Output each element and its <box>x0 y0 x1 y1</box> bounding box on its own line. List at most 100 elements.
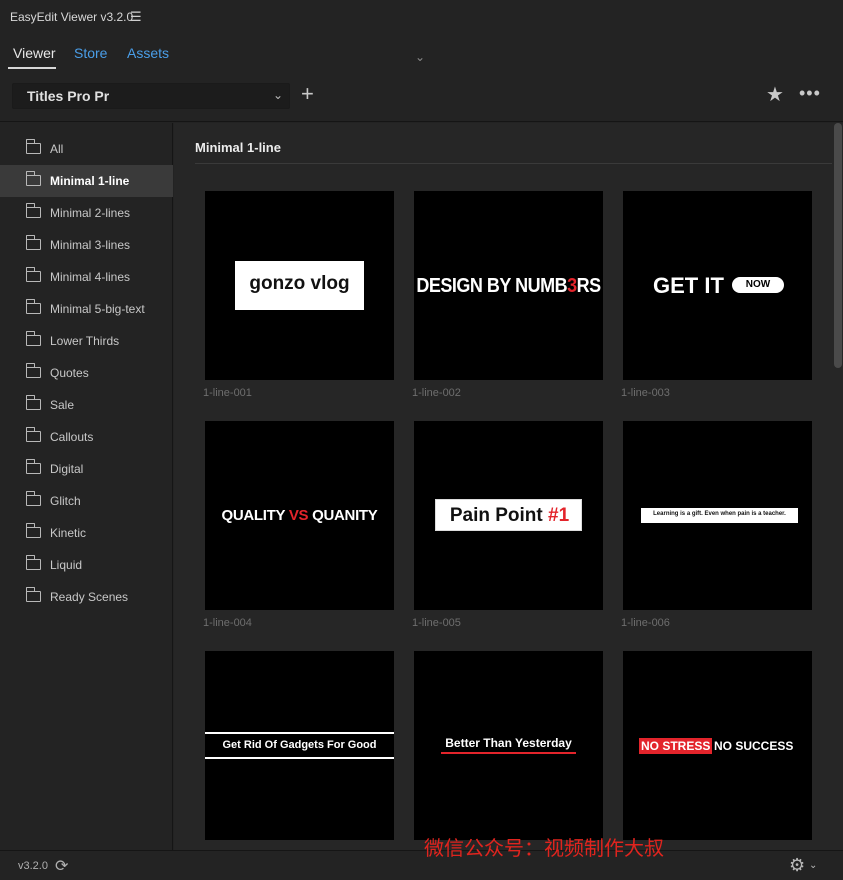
app-title: EasyEdit Viewer v3.2.0 <box>10 10 134 24</box>
sidebar-item-label: Quotes <box>50 366 89 380</box>
thumbnail-text-part: QUALITY <box>221 507 289 524</box>
sidebar-item-label: Kinetic <box>50 526 87 540</box>
sidebar-item-all[interactable]: All <box>0 133 173 165</box>
collection-dropdown[interactable]: Titles Pro Pr ⌄ <box>12 83 290 109</box>
collection-dropdown-value: Titles Pro Pr <box>27 88 110 104</box>
title-bar: EasyEdit Viewer v3.2.0 ☰ <box>0 0 843 36</box>
card-caption: 1-line-005 <box>412 617 461 629</box>
thumbnail-text-accent: 3 <box>567 273 577 297</box>
thumbnail-text-accent: VS <box>288 507 309 524</box>
folder-icon <box>25 427 41 442</box>
sidebar-item-minimal-3-lines[interactable]: Minimal 3-lines <box>0 229 173 261</box>
template-card-1-line-008[interactable]: Better Than Yesterday <box>414 651 603 840</box>
favorite-star-button[interactable]: ★ <box>766 83 784 107</box>
thumbnail-text-part: DESIGN BY NUMB <box>416 273 568 297</box>
section-divider <box>195 163 832 164</box>
thumbnail-text: QUALITY VS QUANITY <box>205 507 394 524</box>
sidebar-item-ready-scenes[interactable]: Ready Scenes <box>0 581 173 613</box>
sidebar-item-glitch[interactable]: Glitch <box>0 485 173 517</box>
sidebar-item-label: Sale <box>50 398 75 412</box>
folder-icon <box>25 587 41 602</box>
thumbnail-pill: NOW <box>732 277 784 293</box>
add-button[interactable]: + <box>301 82 314 106</box>
vertical-scrollbar[interactable] <box>833 123 843 850</box>
thumbnail-text-part: Pain Point <box>449 505 549 526</box>
sidebar-item-label: Ready Scenes <box>50 590 129 604</box>
sidebar-item-digital[interactable]: Digital <box>0 453 173 485</box>
folder-icon <box>25 523 41 538</box>
template-card-1-line-006[interactable]: Learning is a gift. Even when pain is a … <box>623 421 812 610</box>
sidebar-item-callouts[interactable]: Callouts <box>0 421 173 453</box>
thumbnail-text: gonzo vlog <box>249 273 350 294</box>
sidebar-item-label: Liquid <box>50 558 83 572</box>
template-card-1-line-007[interactable]: Get Rid Of Gadgets For Good <box>205 651 394 840</box>
sidebar-item-label: Minimal 5-big-text <box>50 302 145 316</box>
folder-icon <box>25 459 41 474</box>
sidebar-item-label: Minimal 1-line <box>50 174 130 188</box>
sidebar-item-liquid[interactable]: Liquid <box>0 549 173 581</box>
template-card-1-line-001[interactable]: gonzo vlog <box>205 191 394 380</box>
watermark-text: 微信公众号：视频制作大叔 <box>424 836 664 860</box>
template-card-1-line-003[interactable]: GET IT NOW <box>623 191 812 380</box>
folder-icon <box>25 555 41 570</box>
folder-icon <box>25 395 41 410</box>
chevron-down-icon[interactable]: ⌄ <box>415 50 425 64</box>
title-box: gonzo vlog <box>235 261 364 310</box>
thumbnail-text-part: RS <box>576 273 602 297</box>
sidebar-item-label: Lower Thirds <box>50 334 120 348</box>
card-caption: 1-line-003 <box>621 387 670 399</box>
template-grid: Minimal 1-line gonzo vlog 1-line-001 DES… <box>174 123 843 850</box>
gear-icon[interactable]: ⚙ <box>789 855 805 876</box>
sidebar-item-label: Digital <box>50 462 84 476</box>
chevron-down-icon[interactable]: ⌄ <box>809 860 817 871</box>
tab-bar: Viewer Store Assets ⌄ <box>0 36 843 70</box>
thumbnail-text: Pain Point #1 <box>436 505 583 527</box>
template-card-1-line-002[interactable]: DESIGN BY NUMB3RS <box>414 191 603 380</box>
title-box: Pain Point #1 <box>435 499 582 531</box>
folder-icon <box>25 331 41 346</box>
sidebar-item-label: Minimal 3-lines <box>50 238 131 252</box>
sidebar-item-label: All <box>50 142 64 156</box>
active-tab-indicator <box>8 67 56 69</box>
sidebar-item-kinetic[interactable]: Kinetic <box>0 517 173 549</box>
sidebar-item-minimal-2-lines[interactable]: Minimal 2-lines <box>0 197 173 229</box>
folder-icon <box>25 267 41 282</box>
template-card-1-line-009[interactable]: NO STRESS NO SUCCESS <box>623 651 812 840</box>
tab-assets[interactable]: Assets <box>127 45 169 61</box>
folder-icon <box>25 139 41 154</box>
sidebar-item-label: Callouts <box>50 430 94 444</box>
thumbnail-text: NO SUCCESS <box>714 739 794 753</box>
bottom-rule <box>205 757 394 759</box>
chevron-down-icon: ⌄ <box>272 88 283 102</box>
template-card-1-line-004[interactable]: QUALITY VS QUANITY <box>205 421 394 610</box>
thumbnail-text-accent: #1 <box>548 505 570 526</box>
more-options-button[interactable]: ••• <box>799 81 821 105</box>
card-caption: 1-line-002 <box>412 387 461 399</box>
sidebar-item-lower-thirds[interactable]: Lower Thirds <box>0 325 173 357</box>
folder-icon <box>25 171 41 186</box>
folder-icon <box>25 363 41 378</box>
template-card-1-line-005[interactable]: Pain Point #1 <box>414 421 603 610</box>
thumbnail-text: Better Than Yesterday <box>445 736 572 750</box>
refresh-icon[interactable]: ⟳ <box>55 856 68 876</box>
sidebar-item-minimal-4-lines[interactable]: Minimal 4-lines <box>0 261 173 293</box>
sidebar-item-label: Glitch <box>50 494 81 508</box>
sidebar-item-minimal-5-big-text[interactable]: Minimal 5-big-text <box>0 293 173 325</box>
card-caption: 1-line-001 <box>203 387 252 399</box>
section-title: Minimal 1-line <box>195 140 281 155</box>
sidebar-item-label: Minimal 4-lines <box>50 270 131 284</box>
tab-store[interactable]: Store <box>74 45 107 61</box>
status-bar: v3.2.0 ⟳ ⚙ ⌄ <box>0 850 843 880</box>
sidebar-item-quotes[interactable]: Quotes <box>0 357 173 389</box>
hamburger-menu-icon[interactable]: ☰ <box>130 9 142 25</box>
card-caption: 1-line-006 <box>621 617 670 629</box>
folder-icon <box>25 203 41 218</box>
sidebar-item-minimal-1-line[interactable]: Minimal 1-line <box>0 165 173 197</box>
category-sidebar: All Minimal 1-line Minimal 2-lines Minim… <box>0 123 173 850</box>
tab-viewer[interactable]: Viewer <box>13 45 56 61</box>
thumbnail-text-part: QUANITY <box>308 507 378 524</box>
sidebar-item-sale[interactable]: Sale <box>0 389 173 421</box>
scrollbar-thumb[interactable] <box>834 123 842 368</box>
thumbnail-text: Learning is a gift. Even when pain is a … <box>653 511 786 517</box>
folder-icon <box>25 235 41 250</box>
